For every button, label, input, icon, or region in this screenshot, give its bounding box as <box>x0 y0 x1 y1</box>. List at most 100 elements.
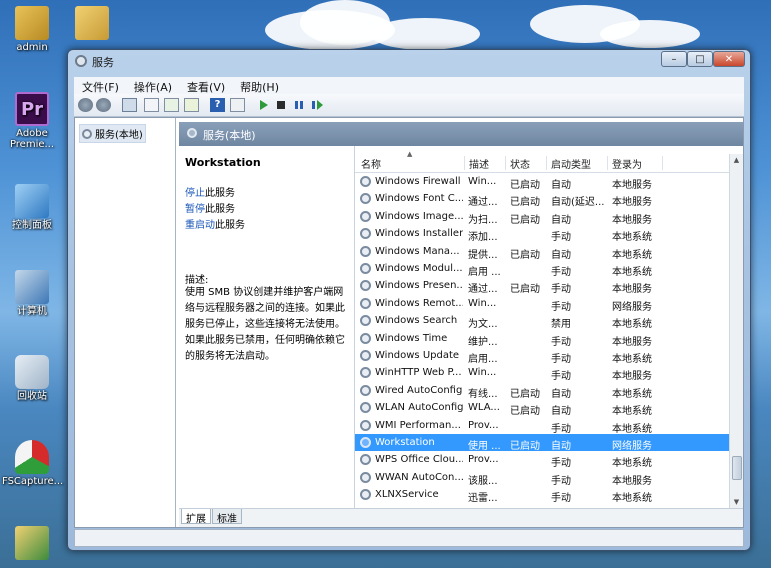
maximize-button[interactable]: □ <box>687 51 713 67</box>
service-logon-cell: 本地服务 <box>612 475 652 487</box>
service-name-cell: WPS Office Clou... <box>375 454 463 466</box>
service-gear-icon <box>360 367 371 379</box>
export-list-icon[interactable] <box>184 98 199 112</box>
table-row[interactable]: Windows Remot... Win... 手动 网络服务 <box>355 295 729 313</box>
table-row[interactable]: Windows Installer 添加... 手动 本地系统 <box>355 225 729 244</box>
tab-standard[interactable]: 标准 <box>212 509 242 525</box>
stop-service-line: 停止此服务 <box>185 184 235 199</box>
tab-extended[interactable]: 扩展 <box>181 509 211 525</box>
column-header-desc[interactable]: 描述 <box>465 156 506 171</box>
stop-icon[interactable] <box>274 98 289 112</box>
pause-icon[interactable] <box>292 98 307 112</box>
service-startup-cell: 自动 <box>551 406 571 418</box>
table-row[interactable]: Windows Search 为文... 禁用 本地系统 <box>355 312 729 330</box>
service-startup-cell: 手动 <box>551 284 571 296</box>
table-row[interactable]: WWAN AutoCon... 该服... 手动 本地服务 <box>355 469 729 487</box>
table-row[interactable]: WLAN AutoConfig WLA... 已启动 自动 本地系统 <box>355 399 729 418</box>
service-startup-cell: 自动 <box>551 388 571 400</box>
desktop-icon-control-panel[interactable]: 控制面板 <box>2 184 62 231</box>
forward-arrow-icon[interactable] <box>96 98 111 112</box>
desktop-icon-fscapture[interactable]: FSCapture... <box>2 440 63 487</box>
menu-view[interactable]: 查看(V) <box>179 77 232 95</box>
service-startup-cell: 手动 <box>551 336 571 348</box>
desktop-icon-partial[interactable] <box>2 526 62 562</box>
title-bar[interactable]: 服务 – □ ✕ <box>68 50 750 72</box>
service-logon-cell: 网络服务 <box>612 301 652 313</box>
properties-icon[interactable] <box>144 98 159 112</box>
table-row[interactable]: Windows Mana... 提供... 已启动 自动 本地系统 <box>355 243 729 261</box>
back-arrow-icon[interactable] <box>78 98 93 112</box>
service-gear-icon <box>360 419 371 431</box>
table-row[interactable]: Windows Modul... 启用 ... 手动 本地系统 <box>355 260 729 278</box>
table-row[interactable]: WinHTTP Web P... Win... 手动 本地服务 <box>355 364 729 382</box>
desktop-icon-recycle-bin[interactable]: 回收站 <box>2 355 62 402</box>
help-icon[interactable]: ? <box>210 98 225 112</box>
table-row[interactable]: Wired AutoConfig 有线... 已启动 自动 本地系统 <box>355 382 729 400</box>
column-header-startup[interactable]: 启动类型 <box>547 156 608 171</box>
refresh-icon[interactable] <box>164 98 179 112</box>
desktop-icon-folder[interactable] <box>62 6 122 42</box>
menu-file[interactable]: 文件(F) <box>74 77 126 95</box>
table-row[interactable]: Windows Update 启用... 手动 本地系统 <box>355 347 729 365</box>
service-startup-cell: 手动 <box>551 232 571 244</box>
pause-service-rest: 此服务 <box>205 204 235 215</box>
toolbar: ? <box>74 94 744 117</box>
service-startup-cell: 自动 <box>551 214 571 226</box>
table-row[interactable]: Windows Presen... 通过... 已启动 手动 本地服务 <box>355 277 729 296</box>
service-logon-cell: 本地系统 <box>612 406 652 418</box>
table-row[interactable]: Windows Font C... 通过... 已启动 自动(延迟... 本地服务 <box>355 190 729 209</box>
desktop-icon-label: 计算机 <box>17 306 47 317</box>
stop-service-link[interactable]: 停止 <box>185 188 205 199</box>
console-view-icon[interactable] <box>230 98 245 112</box>
services-app-icon <box>75 55 87 67</box>
pause-service-link[interactable]: 暂停 <box>185 204 205 215</box>
window-title: 服务 <box>92 56 114 69</box>
table-row[interactable]: Windows Time 维护... 手动 本地服务 <box>355 330 729 348</box>
cloud <box>370 18 480 50</box>
service-desc-cell: 通过... <box>468 197 498 209</box>
column-header-name[interactable]: 名称 ▲ <box>357 150 465 171</box>
column-header-logon[interactable]: 登录为 <box>608 156 663 171</box>
table-row[interactable]: Workstation 使用 ... 已启动 自动 网络服务 <box>355 434 729 452</box>
menu-help[interactable]: 帮助(H) <box>232 77 286 95</box>
control-panel-icon <box>15 184 49 218</box>
restart-icon[interactable] <box>310 98 325 112</box>
service-desc-cell: 启用 ... <box>468 267 501 278</box>
table-row[interactable]: WPS Office Clou... Prov... 手动 本地系统 <box>355 451 729 469</box>
column-header-status[interactable]: 状态 <box>506 156 547 171</box>
play-icon[interactable] <box>256 98 271 112</box>
services-list: 名称 ▲ 描述 状态 启动类型 登录为 Windows Firewall Win..… <box>354 146 743 509</box>
scroll-up-icon[interactable]: ▲ <box>730 154 743 167</box>
desktop-icon-premiere[interactable]: Pr Adobe Premie... <box>2 92 62 150</box>
scrollbar-thumb[interactable] <box>732 456 742 480</box>
console-tree-icon[interactable] <box>122 98 137 112</box>
service-gear-icon <box>360 332 371 344</box>
table-row[interactable]: XLNXService 迅雷... 手动 本地系统 <box>355 486 729 505</box>
cloud <box>600 20 700 48</box>
user-folder-icon <box>15 6 49 40</box>
close-button[interactable]: ✕ <box>713 51 745 67</box>
table-row[interactable]: WMI Performan... Prov... 手动 本地系统 <box>355 417 729 435</box>
service-desc-cell: 迅雷... <box>468 493 498 505</box>
desktop-icon-computer[interactable]: 计算机 <box>2 270 62 317</box>
service-name-cell: WinHTTP Web P... <box>375 367 462 379</box>
service-gear-icon <box>360 176 371 187</box>
table-row[interactable]: Windows Firewall Win... 已启动 自动 本地服务 <box>355 173 729 191</box>
service-desc-cell: 维护... <box>468 336 498 348</box>
service-desc-cell: 添加... <box>468 232 498 244</box>
service-name-cell: Windows Mana... <box>375 245 460 257</box>
service-desc-cell: Win... <box>468 176 497 187</box>
service-gear-icon <box>360 280 371 292</box>
service-logon-cell: 本地系统 <box>612 354 652 365</box>
gear-icon <box>187 128 197 138</box>
table-row[interactable]: Windows Image... 为扫... 已启动 自动 本地服务 <box>355 208 729 226</box>
tree-item-services-local[interactable]: 服务(本地) <box>79 124 146 143</box>
menu-action[interactable]: 操作(A) <box>126 77 179 95</box>
restart-service-link[interactable]: 重启动 <box>185 220 215 231</box>
minimize-button[interactable]: – <box>661 51 687 67</box>
desktop-icon-admin[interactable]: admin <box>2 6 62 53</box>
service-logon-cell: 本地服务 <box>612 197 652 209</box>
premiere-icon: Pr <box>15 92 49 126</box>
service-gear-icon <box>360 454 371 466</box>
vertical-scrollbar[interactable]: ▲ ▼ <box>729 154 743 509</box>
